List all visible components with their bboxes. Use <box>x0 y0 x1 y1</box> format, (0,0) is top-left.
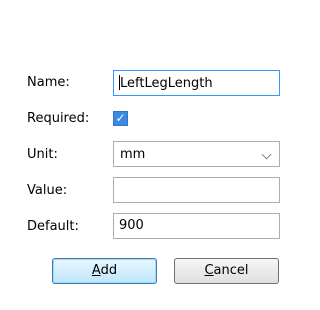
close-icon: x <box>259 6 269 21</box>
name-field[interactable]: LeftLegLength <box>113 70 280 96</box>
window-title: Add Subject Parameter <box>39 12 189 27</box>
default-label: Default: <box>27 219 79 234</box>
window-app-icon <box>16 14 32 27</box>
unit-label: Unit: <box>27 147 58 162</box>
required-checkbox[interactable]: ✓ <box>113 111 128 126</box>
value-label: Value: <box>27 183 68 198</box>
close-button[interactable]: x <box>242 5 286 25</box>
name-value: LeftLegLength <box>120 76 213 91</box>
title-bar[interactable]: Add Subject Parameter x <box>5 5 295 35</box>
required-label: Required: <box>27 111 90 126</box>
cancel-button[interactable]: Cancel <box>174 258 279 284</box>
add-label-rest: dd <box>100 263 118 278</box>
unit-value: mm <box>120 147 146 162</box>
cancel-label-rest: ancel <box>213 263 249 278</box>
value-field[interactable] <box>113 177 280 203</box>
chevron-down-icon <box>261 149 272 160</box>
default-field[interactable]: 900 <box>113 213 280 239</box>
name-label: Name: <box>27 75 70 90</box>
checkmark-icon: ✓ <box>115 111 126 125</box>
unit-dropdown[interactable]: mm <box>113 141 280 167</box>
cancel-accelerator: C <box>204 263 214 278</box>
add-button[interactable]: Add <box>52 258 157 284</box>
add-accelerator: A <box>91 263 101 278</box>
default-value: 900 <box>119 218 144 233</box>
